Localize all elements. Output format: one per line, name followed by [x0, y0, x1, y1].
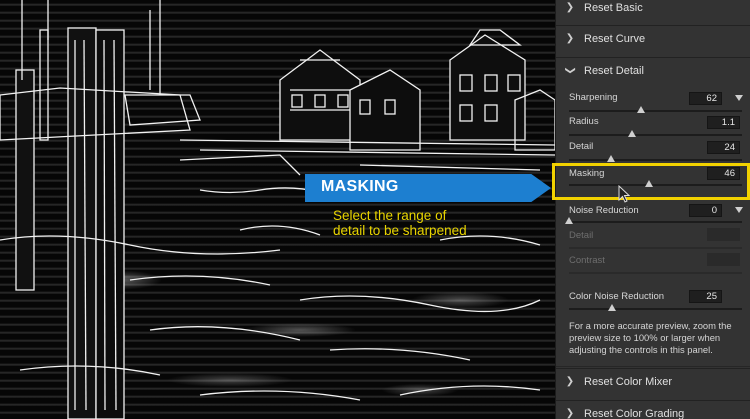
section-header-color-mixer[interactable]: ❯ Reset Color Mixer: [556, 368, 750, 394]
sharpening-slider[interactable]: [569, 110, 742, 112]
slider-thumb-icon[interactable]: [565, 217, 573, 224]
nr-contrast-label: Contrast: [569, 255, 605, 266]
masking-label: Masking: [569, 168, 605, 179]
dropdown-triangle-icon[interactable]: [735, 95, 743, 101]
chevron-right-icon: ❯: [565, 2, 575, 13]
masking-value-field[interactable]: 46: [707, 167, 740, 180]
section-title: Reset Color Mixer: [584, 375, 673, 388]
section-header-curve[interactable]: ❯ Reset Curve: [556, 25, 750, 51]
preview-note: For a more accurate preview, zoom the pr…: [569, 320, 732, 355]
detail-slider[interactable]: [569, 159, 742, 161]
callout-title: MASKING: [321, 178, 399, 195]
radius-value-field[interactable]: 1.1: [707, 116, 740, 129]
section-title: Reset Color Grading: [584, 407, 685, 419]
dropdown-triangle-icon[interactable]: [735, 207, 743, 213]
color-noise-reduction-value-field[interactable]: 25: [689, 290, 722, 303]
detail-value-field[interactable]: 24: [707, 141, 740, 154]
chevron-right-icon: ❯: [565, 33, 575, 44]
nr-detail-value-field: [707, 228, 740, 241]
chevron-right-icon: ❯: [565, 376, 575, 387]
mouse-pointer-icon: [618, 185, 630, 203]
slider-thumb-icon[interactable]: [628, 130, 637, 137]
nr-detail-slider: [569, 247, 742, 249]
slider-thumb-icon[interactable]: [606, 155, 615, 162]
chevron-down-icon: ❯: [564, 66, 576, 75]
color-noise-reduction-slider[interactable]: [569, 308, 742, 310]
slider-thumb-icon[interactable]: [636, 106, 645, 113]
slider-thumb-icon[interactable]: [608, 304, 617, 311]
section-header-basic[interactable]: ❯ Reset Basic: [556, 0, 750, 20]
section-divider: [556, 366, 750, 367]
develop-panel: ❯ Reset Basic ❯ Reset Curve ❯ Reset Deta…: [555, 0, 750, 419]
noise-reduction-slider[interactable]: [569, 221, 742, 223]
section-header-color-grading[interactable]: ❯ Reset Color Grading: [556, 400, 750, 419]
color-noise-reduction-label: Color Noise Reduction: [569, 291, 665, 302]
callout-description: Select the range of detail to be sharpen…: [333, 208, 467, 238]
radius-slider[interactable]: [569, 134, 742, 136]
noise-reduction-value-field[interactable]: 0: [689, 204, 722, 217]
radius-label: Radius: [569, 116, 599, 127]
sharpening-label: Sharpening: [569, 92, 618, 103]
detail-label: Detail: [569, 141, 594, 152]
slider-thumb-icon[interactable]: [644, 180, 653, 187]
section-header-detail[interactable]: ❯ Reset Detail: [556, 57, 750, 83]
sharpening-value-field[interactable]: 62: [689, 92, 722, 105]
nr-detail-label: Detail: [569, 230, 594, 241]
masking-slider[interactable]: [569, 184, 742, 186]
section-title: Reset Detail: [584, 64, 644, 77]
section-title: Reset Curve: [584, 32, 646, 45]
nr-contrast-value-field: [707, 253, 740, 266]
chevron-right-icon: ❯: [565, 408, 575, 419]
noise-reduction-label: Noise Reduction: [569, 205, 639, 216]
nr-contrast-slider: [569, 272, 742, 274]
section-title: Reset Basic: [584, 1, 643, 14]
